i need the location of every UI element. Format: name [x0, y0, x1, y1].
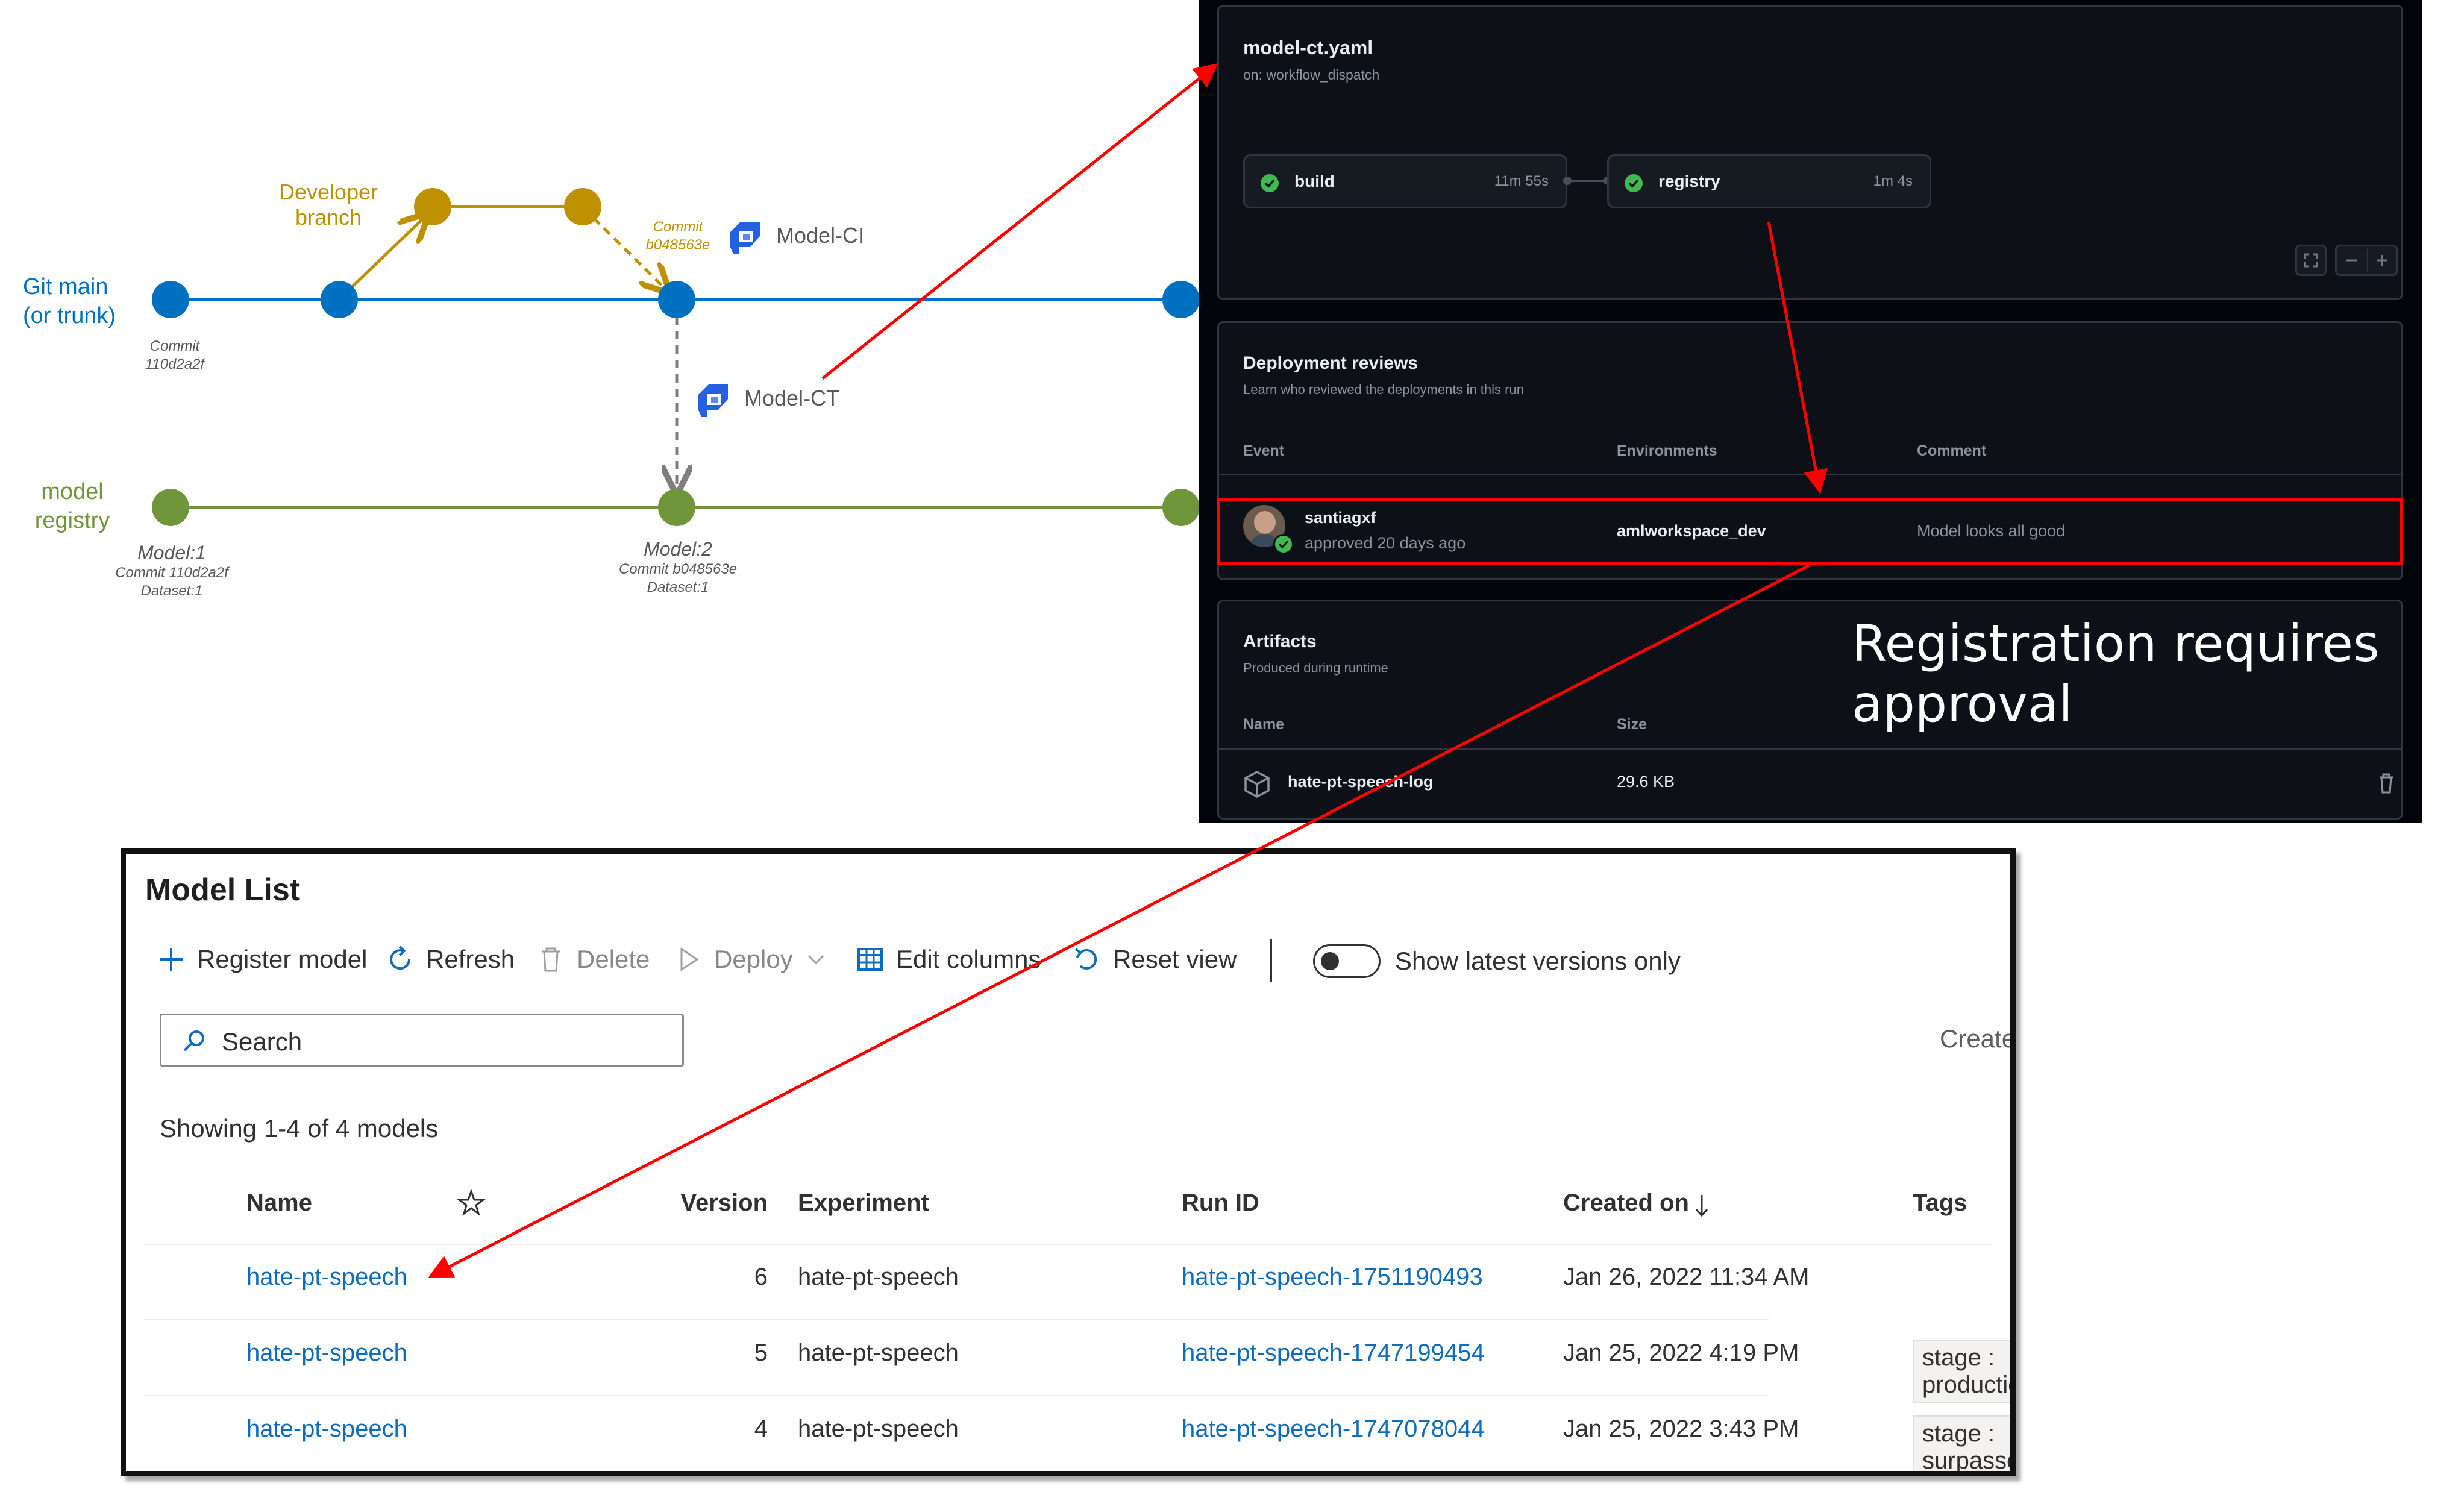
annotation-arrows	[428, 63, 1828, 1278]
arrow-to-model	[428, 563, 1812, 1278]
arrow-to-workflow	[821, 63, 1218, 380]
arrow-to-approval	[1767, 221, 1828, 494]
